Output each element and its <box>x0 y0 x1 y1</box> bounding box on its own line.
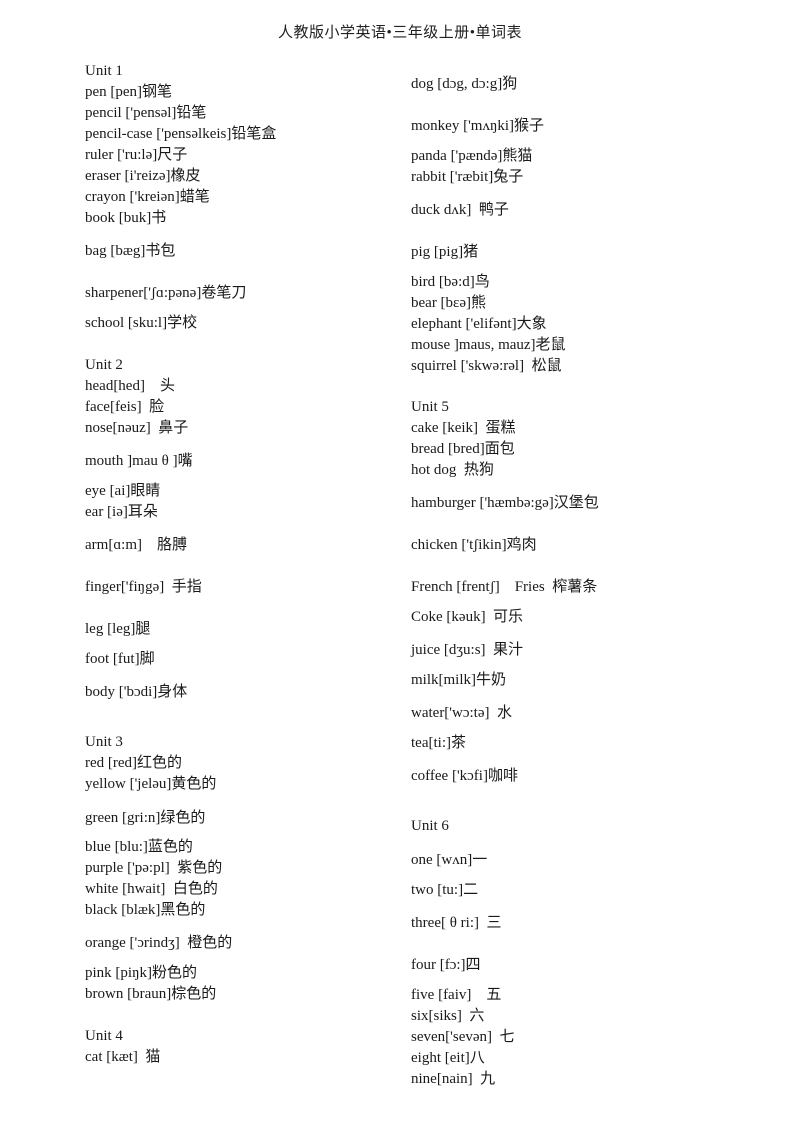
vocab-entry: pencil ['pensəl]铅笔 <box>85 105 207 121</box>
vocab-entry: chicken ['tʃikin]鸡肉 <box>411 537 537 553</box>
vocab-entry: eraser [i'reizə]橡皮 <box>85 168 201 184</box>
vocab-entry: body ['bɔdi]身体 <box>85 684 188 700</box>
vocab-entry: dog [dɔg, dɔ:g]狗 <box>411 76 518 92</box>
unit-heading: Unit 6 <box>411 818 449 834</box>
vocab-entry: pencil-case ['pensəlkeis]铅笔盒 <box>85 126 277 142</box>
vocab-entry: black [blæk]黑色的 <box>85 902 206 918</box>
vocab-entry: ear [iə]耳朵 <box>85 504 158 520</box>
vocab-entry: pen [pen]钢笔 <box>85 84 173 100</box>
vocab-entry: bread [bred]面包 <box>411 441 515 457</box>
vocab-entry: orange ['ɔrindʒ] 橙色的 <box>85 935 233 951</box>
vocab-entry: book [buk]书 <box>85 210 167 226</box>
vocab-entry: five [faiv] 五 <box>411 987 502 1003</box>
vocab-entry: arm[ɑ:m] 胳膊 <box>85 537 187 553</box>
vocab-entry: nine[nain] 九 <box>411 1071 496 1087</box>
vocab-entry: water['wɔ:tə] 水 <box>411 705 512 721</box>
vocab-entry: bird [bə:d]鸟 <box>411 274 490 290</box>
vocab-entry: leg [leg]腿 <box>85 621 151 637</box>
vocab-entry: purple ['pə:pl] 紫色的 <box>85 860 223 876</box>
vocab-entry: panda ['pændə]熊猫 <box>411 148 533 164</box>
vocab-entry: red [red]红色的 <box>85 755 183 771</box>
vocab-entry: hot dog 热狗 <box>411 462 494 478</box>
vocab-entry: sharpener['ʃɑ:pənə]卷笔刀 <box>85 285 247 301</box>
vocab-entry: Coke [kəuk] 可乐 <box>411 609 524 625</box>
vocab-entry: ruler ['ru:lə]尺子 <box>85 147 188 163</box>
vocab-entry: duck dʌk] 鸭子 <box>411 202 509 218</box>
vocab-entry: tea[ti:]茶 <box>411 735 466 751</box>
vocab-entry: milk[milk]牛奶 <box>411 672 506 688</box>
vocab-entry: one [wʌn]一 <box>411 852 488 868</box>
vocab-entry: school [sku:l]学校 <box>85 315 198 331</box>
vocab-entry: eye [ai]眼睛 <box>85 483 161 499</box>
unit-heading: Unit 2 <box>85 357 123 373</box>
vocab-entry: squirrel ['skwə:rəl] 松鼠 <box>411 358 562 374</box>
unit-heading: Unit 3 <box>85 734 123 750</box>
page-title: 人教版小学英语•三年级上册•单词表 <box>277 25 522 41</box>
vocab-entry: bag [bæg]书包 <box>85 243 176 259</box>
vocab-entry: head[hed] 头 <box>85 378 175 394</box>
vocab-entry: rabbit ['ræbit]兔子 <box>411 169 524 185</box>
vocab-entry: monkey ['mʌŋki]猴子 <box>411 118 545 134</box>
vocab-entry: green [gri:n]绿色的 <box>85 810 206 826</box>
vocab-entry: foot [fut]脚 <box>85 651 155 667</box>
vocab-entry: cake [keik] 蛋糕 <box>411 420 516 436</box>
vocab-entry: finger['fiŋgə] 手指 <box>85 579 202 595</box>
vocab-entry: elephant ['elifənt]大象 <box>411 316 547 332</box>
vocab-entry: eight [eit]八 <box>411 1050 485 1066</box>
vocab-entry: three[ θ ri:] 三 <box>411 915 502 931</box>
unit-heading: Unit 1 <box>85 63 123 79</box>
vocab-entry: mouse ]maus, mauz]老鼠 <box>411 337 566 353</box>
vocab-entry: four [fɔ:]四 <box>411 957 481 973</box>
vocab-entry: white [hwait] 白色的 <box>85 881 218 897</box>
unit-heading: Unit 4 <box>85 1028 123 1044</box>
vocab-entry: hamburger ['hæmbə:gə]汉堡包 <box>411 495 599 511</box>
vocab-entry: mouth ]mau θ ]嘴 <box>85 453 193 469</box>
vocab-entry: juice [dʒu:s] 果汁 <box>411 642 524 658</box>
vocab-entry: blue [blu:]蓝色的 <box>85 839 193 855</box>
vocab-entry: six[siks] 六 <box>411 1008 485 1024</box>
vocab-entry: crayon ['kreiən]蜡笔 <box>85 189 210 205</box>
vocab-entry: face[feis] 脸 <box>85 399 165 415</box>
vocab-entry: yellow ['jeləu]黄色的 <box>85 776 217 792</box>
vocab-entry: pink [piŋk]粉色的 <box>85 965 197 981</box>
vocab-entry: pig [pig]猪 <box>411 244 479 260</box>
vocab-entry: two [tu:]二 <box>411 882 479 898</box>
vocab-entry: coffee ['kɔfi]咖啡 <box>411 768 518 784</box>
vocab-entry: cat [kæt] 猫 <box>85 1049 161 1065</box>
unit-heading: Unit 5 <box>411 399 449 415</box>
vocab-entry: French [frentʃ] Fries 榨薯条 <box>411 579 598 595</box>
vocab-entry: nose[nəuz] 鼻子 <box>85 420 189 436</box>
vocab-entry: seven['sevən] 七 <box>411 1029 515 1045</box>
vocab-entry: brown [braun]棕色的 <box>85 986 217 1002</box>
vocab-entry: bear [bɛə]熊 <box>411 295 487 311</box>
